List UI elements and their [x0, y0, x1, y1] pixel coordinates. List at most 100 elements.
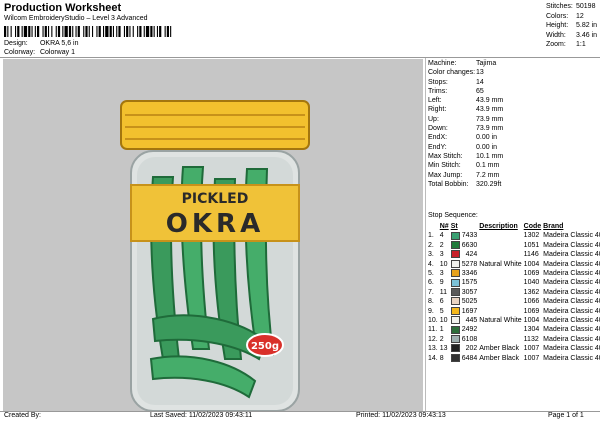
thread-description	[479, 325, 523, 334]
machine-label: Trims:	[428, 87, 448, 95]
needle-number: 11	[439, 288, 448, 296]
row-number: 12.	[428, 335, 438, 343]
color-swatch-cell	[450, 278, 462, 287]
col-num	[428, 222, 440, 231]
thread-brand: Madeira Classic 40	[543, 241, 600, 249]
stat-row: Stitches: 50198	[546, 2, 597, 12]
table-row: 1. 4 7433 1302 Madeira Classic 40	[428, 231, 600, 240]
machine-label: Max Jump:	[428, 171, 463, 179]
thread-brand: Madeira Classic 40	[543, 260, 600, 268]
machine-row: Left: 43.9 mm	[428, 96, 503, 105]
machine-value: 10.1 mm	[476, 152, 504, 160]
thread-code: 1362	[523, 288, 540, 296]
thread-code: 1146	[523, 251, 539, 259]
machine-row: Machine: Tajima	[428, 59, 503, 68]
row-number: 6.	[428, 279, 434, 287]
thread-description: Natural White	[479, 260, 522, 268]
machine-value: 73.9 mm	[476, 115, 504, 123]
table-row: 11. 1 2492 1304 Madeira Classic 40	[428, 325, 600, 334]
machine-label: Min Stitch:	[428, 162, 461, 170]
row-number: 13.	[428, 345, 438, 353]
needle-number: 5	[439, 307, 444, 315]
machine-value: 320.29ft	[476, 180, 502, 188]
design-preview: PICKLED OKRA 250g	[3, 59, 423, 411]
needle-number: 2	[439, 335, 444, 343]
stat-row: Width: 3.46 in	[546, 31, 597, 41]
col-st: St	[450, 223, 458, 230]
thread-code: 1132	[523, 335, 539, 343]
colorway-label: Colorway:	[4, 49, 36, 56]
thread-code: 1066	[523, 298, 540, 306]
color-swatch-cell	[450, 335, 462, 344]
color-swatch-cell	[450, 306, 462, 316]
machine-value: 0.00 in	[476, 143, 498, 151]
thread-code: 1004	[523, 260, 540, 268]
row-number: 10.	[428, 317, 438, 325]
stitch-count: 6108	[461, 335, 478, 343]
thread-code: 1302	[523, 232, 540, 240]
thread-description	[479, 269, 523, 278]
colorway-row: Colorway: Colorway 1	[4, 49, 75, 56]
color-swatch	[450, 344, 460, 353]
color-swatch	[450, 306, 460, 315]
needle-number: 9	[439, 279, 444, 287]
thread-brand: Madeira Classic 40	[543, 326, 600, 334]
footer-created-by: Created By:	[4, 412, 41, 419]
machine-label: EndY:	[428, 143, 447, 151]
thread-brand: Madeira Classic 40	[543, 317, 600, 325]
stitch-count: 2492	[461, 326, 478, 334]
machine-value: 14	[476, 78, 484, 86]
needle-number: 3	[439, 270, 444, 278]
needle-number: 2	[439, 241, 444, 249]
table-row: 2. 2 6630 1051 Madeira Classic 40	[428, 240, 600, 250]
thread-code: 1069	[523, 270, 540, 278]
color-swatch-cell	[450, 316, 462, 325]
table-row: 4. 10 5278 Natural White 1004 Madeira Classic…	[428, 259, 600, 269]
needle-number: 10	[439, 260, 448, 268]
machine-row: EndX: 0.00 in	[428, 133, 503, 142]
okra-jar-artwork: PICKLED OKRA 250g	[120, 100, 310, 411]
stat-value: 5.82 in	[576, 22, 598, 30]
thread-description	[479, 231, 523, 240]
software-subtitle: Wilcom EmbroideryStudio – Level 3 Advanc…	[4, 15, 148, 22]
thread-brand: Madeira Classic 40	[543, 345, 600, 353]
machine-value: 0.00 in	[476, 134, 498, 142]
stat-row: Height: 5.82 in	[546, 21, 597, 31]
needle-number: 1	[439, 326, 444, 334]
machine-label: Down:	[428, 125, 448, 133]
barcode	[4, 26, 172, 37]
page-title: Production Worksheet	[4, 2, 122, 14]
table-row: 8. 6 5025 1066 Madeira Classic 40	[428, 297, 600, 306]
thread-brand: Madeira Classic 40	[543, 354, 600, 362]
thread-code: 1051	[523, 241, 540, 249]
machine-row: Color changes: 13	[428, 68, 503, 77]
machine-label: Max Stitch:	[428, 152, 463, 160]
machine-label: Color changes:	[428, 69, 476, 77]
row-number: 9.	[428, 307, 434, 315]
thread-brand: Madeira Classic 40	[543, 279, 600, 287]
stat-row: Colors: 12	[546, 12, 597, 22]
jar-lid	[120, 100, 310, 150]
thread-code: 1069	[523, 307, 540, 315]
thread-description	[479, 307, 523, 316]
machine-row: Up: 73.9 mm	[428, 115, 503, 124]
col-n: N#	[439, 223, 449, 230]
color-swatch	[450, 278, 460, 287]
stat-label: Colors:	[546, 12, 569, 20]
table-row: 13. 13 202 Amber Black 1007 Madeira Classic 4…	[428, 344, 600, 353]
thread-brand: Madeira Classic 40	[543, 335, 600, 343]
weight-badge-text: 250g	[251, 341, 279, 352]
design-value: OKRA 5,6 in	[39, 40, 79, 47]
col-brand: Brand	[543, 223, 564, 230]
row-number: 2.	[428, 241, 434, 249]
thread-description	[479, 250, 523, 259]
stat-value: 1:1	[576, 41, 586, 49]
row-number: 5.	[428, 270, 434, 278]
table-row: 9. 5 1697 1069 Madeira Classic 40	[428, 306, 600, 316]
color-swatch-cell	[450, 269, 462, 278]
color-swatch	[450, 288, 460, 296]
stat-value: 50198	[576, 3, 596, 10]
color-swatch	[450, 269, 460, 278]
needle-number: 3	[439, 251, 444, 259]
row-number: 3.	[428, 251, 434, 259]
